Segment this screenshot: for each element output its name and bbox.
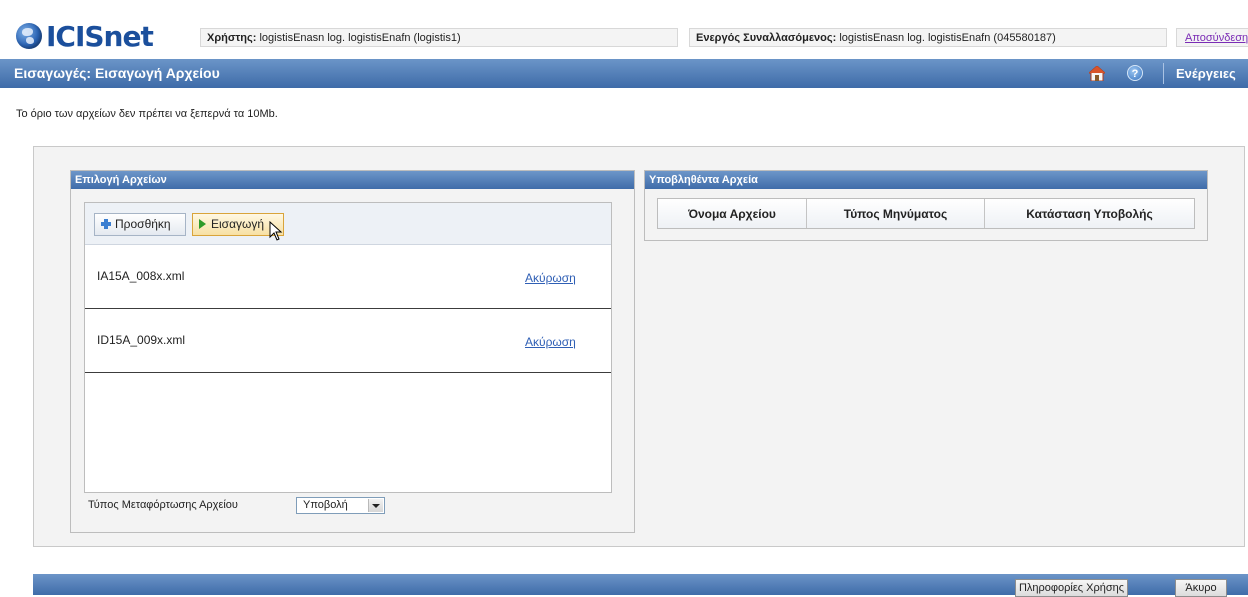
trader-label: Ενεργός Συναλλασόμενος: xyxy=(696,32,837,44)
file-name: ID15A_009x.xml xyxy=(97,333,186,347)
user-label: Χρήστης: xyxy=(207,32,257,44)
file-toolbar: Προσθήκη Εισαγωγή xyxy=(85,203,611,245)
footer-bar: Πληροφορίες Χρήσης Άκυρο xyxy=(33,574,1248,597)
actions-menu[interactable]: Ενέργειες xyxy=(1176,66,1236,81)
user-value: logistisEnasn log. logistisEnafn (logist… xyxy=(259,32,461,44)
globe-icon xyxy=(16,23,42,49)
column-header-message-type[interactable]: Τύπος Μηνύματος xyxy=(807,199,985,228)
trader-value: logistisEnasn log. logistisEnafn (045580… xyxy=(839,32,1056,44)
active-trader-box: Ενεργός Συναλλασόμενος: logistisEnasn lo… xyxy=(689,28,1167,47)
import-label: Εισαγωγή xyxy=(211,217,265,231)
file-name: IA15A_008x.xml xyxy=(97,269,185,283)
cancel-file-link[interactable]: Ακύρωση xyxy=(525,335,576,349)
chevron-down-icon[interactable] xyxy=(368,499,383,512)
logout-box: Αποσύνδεση xyxy=(1176,28,1248,47)
help-icon[interactable]: ? xyxy=(1127,65,1143,81)
column-header-file-name[interactable]: Όνομα Αρχείου xyxy=(658,199,807,228)
logout-link[interactable]: Αποσύνδεση xyxy=(1185,32,1248,44)
app-logo: ICISnet xyxy=(16,16,154,56)
file-list-container: Προσθήκη Εισαγωγή IA15A_008x.xml Ακύρωση… xyxy=(84,202,612,493)
play-arrow-icon xyxy=(199,219,206,229)
add-file-label: Προσθήκη xyxy=(115,217,171,231)
column-header-submission-status[interactable]: Κατάσταση Υποβολής xyxy=(985,199,1194,228)
upload-type-label: Τύπος Μεταφόρτωσης Αρχείου xyxy=(88,499,238,511)
upload-type-value: Υποβολή xyxy=(303,499,348,511)
cancel-file-link[interactable]: Ακύρωση xyxy=(525,271,576,285)
submitted-files-header: Υποβληθέντα Αρχεία xyxy=(645,171,1207,189)
upload-type-select[interactable]: Υποβολή xyxy=(296,497,385,514)
user-info-box: Χρήστης: logistisEnasn log. logistisEnaf… xyxy=(200,28,678,47)
file-row: IA15A_008x.xml Ακύρωση xyxy=(85,245,611,309)
cancel-button[interactable]: Άκυρο xyxy=(1175,579,1227,597)
usage-info-button[interactable]: Πληροφορίες Χρήσης xyxy=(1015,579,1128,597)
mouse-cursor-icon xyxy=(269,221,283,241)
file-size-note: Το όριο των αρχείων δεν πρέπει να ξεπερν… xyxy=(16,108,278,120)
page-title: Εισαγωγές: Εισαγωγή Αρχείου xyxy=(14,65,220,81)
titlebar-separator xyxy=(1163,63,1164,84)
submitted-files-table: Όνομα Αρχείου Τύπος Μηνύματος Κατάσταση … xyxy=(657,198,1195,229)
logo-text: ICISnet xyxy=(46,19,154,53)
file-row: ID15A_009x.xml Ακύρωση xyxy=(85,309,611,373)
home-icon[interactable] xyxy=(1089,66,1105,81)
file-selection-header: Επιλογή Αρχείων xyxy=(71,171,634,189)
add-file-button[interactable]: Προσθήκη xyxy=(94,213,186,236)
plus-icon xyxy=(101,219,111,229)
title-bar: Εισαγωγές: Εισαγωγή Αρχείου ? Ενέργειες xyxy=(0,59,1248,88)
